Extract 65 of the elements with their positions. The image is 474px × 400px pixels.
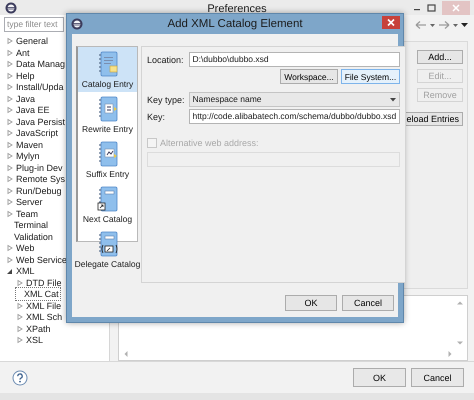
caret-icon (390, 97, 396, 102)
dropdown-icon[interactable] (430, 21, 435, 30)
tree-item[interactable]: XSL (16, 334, 44, 346)
tree-item[interactable]: Maven (6, 138, 44, 150)
scroll-up-icon[interactable] (457, 300, 463, 306)
expand-arrow-icon[interactable] (16, 278, 24, 287)
key-field[interactable]: http://code.alibabatech.com/schema/dubbo/dubbo.xsd (188, 109, 400, 124)
side-button[interactable]: eload Entries (403, 112, 463, 126)
scroll-right-icon[interactable] (447, 351, 453, 358)
tree-item[interactable]: Team (6, 208, 40, 220)
menu-icon[interactable] (461, 21, 468, 30)
tree-item[interactable]: Java Persist (6, 116, 66, 128)
filter-field[interactable]: type filter text (4, 17, 64, 32)
tree-item[interactable]: XML Sch (16, 311, 64, 323)
tree-item[interactable]: Remote Sys (6, 173, 66, 185)
window-title: Preferences (207, 3, 267, 15)
tree-item[interactable]: Java EE (6, 104, 51, 116)
dropdown-icon[interactable] (453, 21, 458, 30)
tree-item[interactable]: Data Manag (6, 58, 66, 70)
dialog-button[interactable]: OK (353, 368, 406, 388)
tree-item[interactable]: Plug-in Dev (6, 162, 64, 174)
dialog-title: Add XML Catalog Element (167, 18, 303, 30)
tree-item[interactable]: General (6, 35, 50, 47)
entry-type-item[interactable]: Suffix Entry (78, 137, 137, 182)
checkbox-label: Alternative web address: (160, 138, 259, 148)
dialog-button[interactable]: OK (285, 295, 337, 311)
forward-arrow-icon[interactable] (438, 20, 450, 30)
tree-item[interactable]: Install/Upda (6, 81, 65, 93)
tree-item[interactable]: Help (6, 70, 36, 82)
field-label: Location: (147, 54, 185, 64)
maximize-icon[interactable] (427, 4, 436, 12)
tree-item[interactable]: Run/Debug (6, 184, 63, 196)
location-field[interactable]: D:\dubbo\dubbo.xsd (188, 52, 400, 67)
back-arrow-icon[interactable] (415, 20, 427, 30)
side-button[interactable]: Add... (417, 50, 463, 64)
help-icon[interactable] (12, 370, 28, 386)
dialog-button[interactable]: Cancel (411, 368, 464, 388)
tree-item[interactable]: XPath (16, 322, 52, 334)
app-icon (71, 18, 83, 30)
tree-item[interactable]: Terminal (6, 219, 50, 231)
entry-type-item[interactable]: Catalog Entry (78, 47, 137, 92)
scroll-left-icon[interactable] (123, 351, 129, 358)
scroll-down-icon[interactable] (457, 340, 463, 346)
close-icon[interactable] (382, 16, 400, 28)
dialog-button[interactable]: Cancel (342, 295, 394, 311)
field-label: Key: (147, 112, 166, 122)
tree-item[interactable]: XML (6, 265, 36, 277)
browse-button[interactable]: File System... (340, 69, 400, 84)
tree-item[interactable]: Web Service (6, 254, 68, 266)
tree-item[interactable]: Web (6, 242, 36, 254)
key-type-dropdown[interactable]: Namespace name (188, 92, 400, 107)
tree-item[interactable]: Validation (6, 230, 54, 242)
tree-item[interactable]: Ant (6, 46, 31, 58)
tree-item[interactable]: JavaScript (6, 127, 60, 139)
browse-button[interactable]: Workspace... (280, 69, 338, 84)
entry-type-item[interactable]: Next Catalog (78, 182, 137, 227)
notebook-icon (94, 186, 120, 212)
entry-type-item[interactable]: Rewrite Entry (78, 92, 137, 137)
tree-item[interactable]: XML File (16, 300, 62, 312)
tree-item[interactable]: Mylyn (6, 150, 41, 162)
field-label: Key type: (147, 94, 185, 104)
tree-item[interactable]: Java (6, 92, 36, 104)
tree-item[interactable]: Server (6, 196, 44, 208)
expanded-arrow-icon[interactable] (6, 267, 14, 276)
tree-item[interactable]: DTD File (16, 276, 62, 288)
